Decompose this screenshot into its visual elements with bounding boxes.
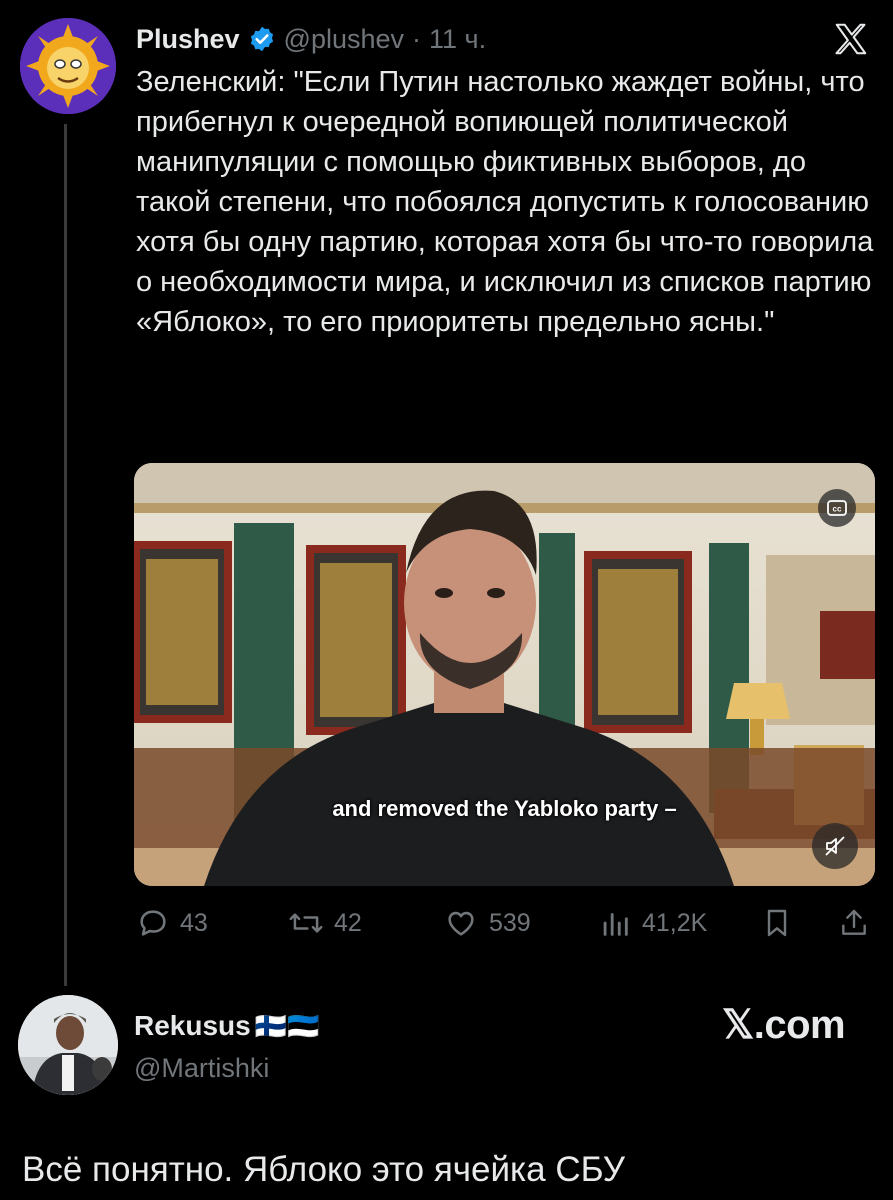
author-handle[interactable]: @plushev — [284, 24, 404, 55]
closed-captions-icon[interactable]: cc — [818, 489, 856, 527]
views-button[interactable]: 41,2K — [598, 905, 707, 941]
tweet-time[interactable]: 11 ч. — [429, 24, 486, 55]
author-avatar[interactable] — [20, 18, 116, 114]
speaker-muted-icon[interactable] — [812, 823, 858, 869]
svg-text:cc: cc — [833, 505, 842, 514]
views-icon — [598, 906, 632, 940]
reply-count: 43 — [180, 908, 208, 937]
video-player[interactable]: and removed the Yabloko party – cc — [134, 463, 875, 886]
meta-separator: · — [412, 23, 422, 54]
repost-count: 42 — [334, 908, 362, 937]
quote-user-name[interactable]: Rekusus — [134, 1010, 251, 1042]
bookmark-icon — [761, 906, 793, 940]
share-icon — [838, 906, 870, 940]
flag-emoji: 🇫🇮🇪🇪 — [254, 1010, 320, 1041]
xcom-watermark: 𝕏.com — [722, 1003, 846, 1047]
share-button[interactable] — [838, 905, 870, 941]
tweet-text: Зеленский: "Если Путин настолько жаждет … — [136, 66, 874, 338]
video-frame — [134, 463, 875, 886]
bookmark-button[interactable] — [761, 905, 793, 941]
like-count: 539 — [489, 908, 531, 937]
author-name[interactable]: Plushev — [136, 24, 240, 55]
quote-comment-text: Всё понятно. Яблоко это ячейка СБУ — [22, 1150, 625, 1189]
quote-user-name-row: Rekusus 🇫🇮🇪🇪 — [134, 1010, 319, 1042]
repost-button[interactable]: 42 — [288, 905, 362, 941]
like-button[interactable]: 539 — [443, 905, 531, 941]
quote-user-handle[interactable]: @Martishki — [134, 1053, 269, 1084]
views-count: 41,2K — [642, 908, 708, 937]
tweet-author-row: Plushev @plushev · 11 ч. — [136, 22, 486, 56]
thread-line — [64, 124, 67, 986]
repost-icon — [288, 906, 324, 940]
verified-badge-icon — [248, 25, 276, 53]
reply-button[interactable]: 43 — [136, 905, 208, 941]
like-icon — [443, 906, 479, 940]
x-logo-icon — [832, 20, 870, 58]
quote-user-avatar[interactable] — [18, 995, 118, 1095]
video-subtitle: and removed the Yabloko party – — [332, 796, 677, 821]
reply-icon — [136, 906, 170, 940]
